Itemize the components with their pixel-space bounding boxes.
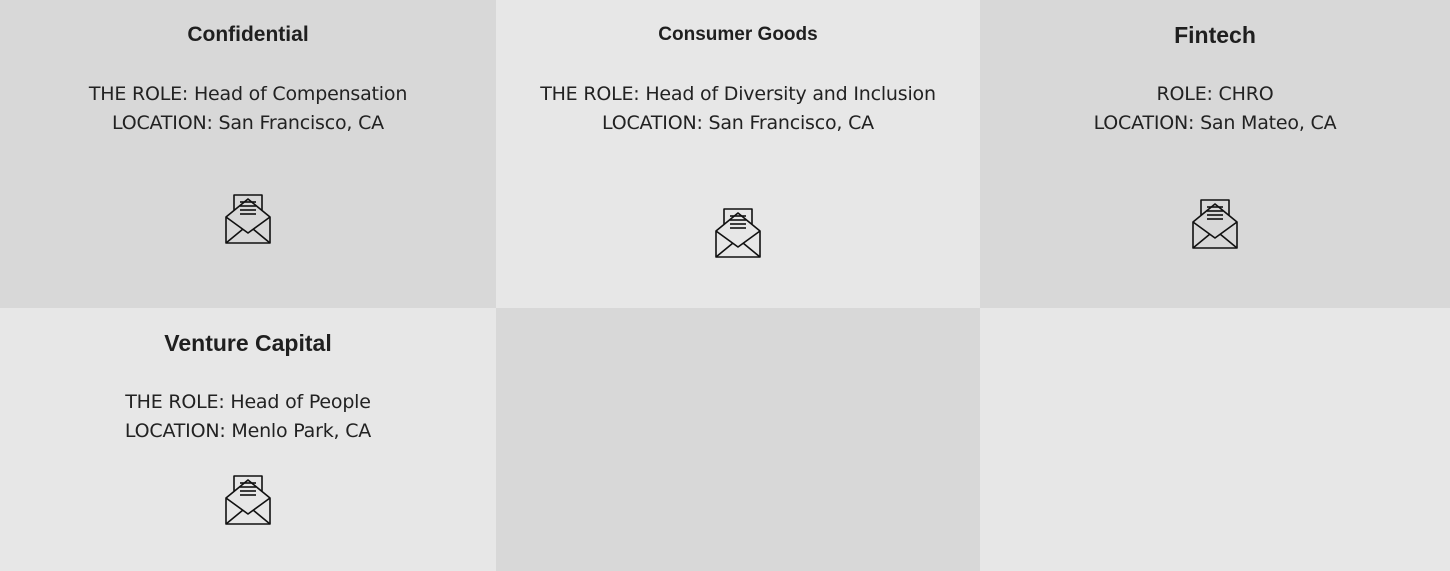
job-card-confidential: Confidential THE ROLE: Head of Compensat… bbox=[0, 0, 496, 308]
job-card-role: THE ROLE: Head of Diversity and Inclusio… bbox=[540, 83, 936, 105]
job-card-description: THE ROLE: Head of Diversity and Inclusio… bbox=[496, 80, 980, 138]
job-card-location: LOCATION: San Mateo, CA bbox=[1093, 112, 1337, 134]
job-card-venture-capital: Venture Capital THE ROLE: Head of People… bbox=[0, 308, 496, 571]
job-card-company: Fintech bbox=[1174, 22, 1256, 48]
envelope-letter-icon[interactable] bbox=[714, 207, 762, 259]
job-card-company: Venture Capital bbox=[164, 330, 332, 356]
job-card-location: LOCATION: San Francisco, CA bbox=[602, 112, 874, 134]
job-card-consumer-goods: Consumer Goods THE ROLE: Head of Diversi… bbox=[496, 0, 980, 308]
empty-tile bbox=[496, 308, 980, 571]
job-card-role: ROLE: CHRO bbox=[1156, 83, 1274, 105]
job-card-company: Consumer Goods bbox=[658, 24, 818, 45]
job-card-description: ROLE: CHRO LOCATION: San Mateo, CA bbox=[980, 80, 1450, 138]
job-card-role: THE ROLE: Head of Compensation bbox=[88, 83, 408, 105]
envelope-letter-icon[interactable] bbox=[224, 474, 272, 526]
job-card-location: LOCATION: San Francisco, CA bbox=[112, 112, 384, 134]
job-card-company: Confidential bbox=[187, 23, 309, 46]
job-card-fintech: Fintech ROLE: CHRO LOCATION: San Mateo, … bbox=[980, 0, 1450, 308]
job-grid: Confidential THE ROLE: Head of Compensat… bbox=[0, 0, 1450, 571]
job-card-location: LOCATION: Menlo Park, CA bbox=[124, 420, 372, 442]
job-card-description: THE ROLE: Head of People LOCATION: Menlo… bbox=[0, 388, 496, 446]
job-card-role: THE ROLE: Head of People bbox=[125, 391, 371, 413]
job-card-description: THE ROLE: Head of Compensation LOCATION:… bbox=[0, 80, 496, 138]
empty-tile bbox=[980, 308, 1450, 571]
envelope-letter-icon[interactable] bbox=[224, 193, 272, 245]
envelope-letter-icon[interactable] bbox=[1191, 198, 1239, 250]
